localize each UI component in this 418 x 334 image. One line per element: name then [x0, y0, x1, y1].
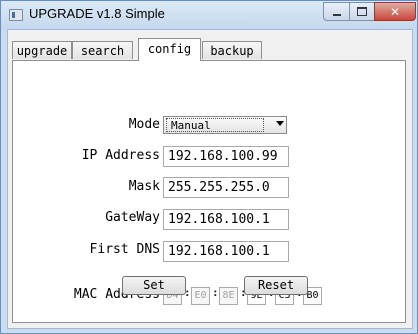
- tab-search[interactable]: search: [72, 41, 133, 59]
- mode-value: Manual: [166, 118, 264, 132]
- upgrade-window: UPGRADE v1.8 Simple ✕ upgrade search con…: [0, 0, 418, 334]
- reset-button[interactable]: Reset: [244, 276, 308, 295]
- mask-field[interactable]: 255.255.255.0: [163, 177, 289, 198]
- ip-address-label: IP Address: [81, 148, 160, 163]
- gateway-label: GateWay: [105, 210, 160, 225]
- app-icon: [9, 9, 23, 21]
- first-dns-field[interactable]: 192.168.100.1: [163, 241, 289, 262]
- minimize-button[interactable]: [323, 2, 350, 21]
- mac-octet-3: 8E: [219, 287, 238, 305]
- client-area: upgrade search config backup Mode Manual…: [7, 29, 413, 329]
- mode-label: Mode: [128, 117, 160, 132]
- gateway-field[interactable]: 192.168.100.1: [163, 209, 289, 230]
- set-button[interactable]: Set: [122, 276, 186, 295]
- ip-address-field[interactable]: 192.168.100.99: [163, 146, 289, 167]
- mode-select[interactable]: Manual: [163, 116, 287, 134]
- close-icon: ✕: [389, 4, 401, 19]
- mac-separator: :: [212, 286, 219, 299]
- mac-octet-2: E0: [191, 287, 210, 305]
- chevron-down-icon: [276, 121, 284, 126]
- close-button[interactable]: ✕: [374, 2, 416, 21]
- tab-config[interactable]: config: [138, 38, 201, 61]
- first-dns-label: First DNS: [89, 242, 160, 257]
- maximize-button[interactable]: [349, 2, 375, 21]
- minimize-icon: [332, 13, 341, 16]
- maximize-icon: [357, 7, 367, 16]
- tab-backup[interactable]: backup: [202, 41, 262, 59]
- title-bar[interactable]: UPGRADE v1.8 Simple ✕: [1, 1, 417, 29]
- mask-label: Mask: [128, 179, 160, 194]
- window-title: UPGRADE v1.8 Simple: [29, 6, 165, 21]
- tab-upgrade[interactable]: upgrade: [12, 41, 72, 59]
- config-panel: Mode Manual IP Address 192.168.100.99 Ma…: [12, 60, 406, 323]
